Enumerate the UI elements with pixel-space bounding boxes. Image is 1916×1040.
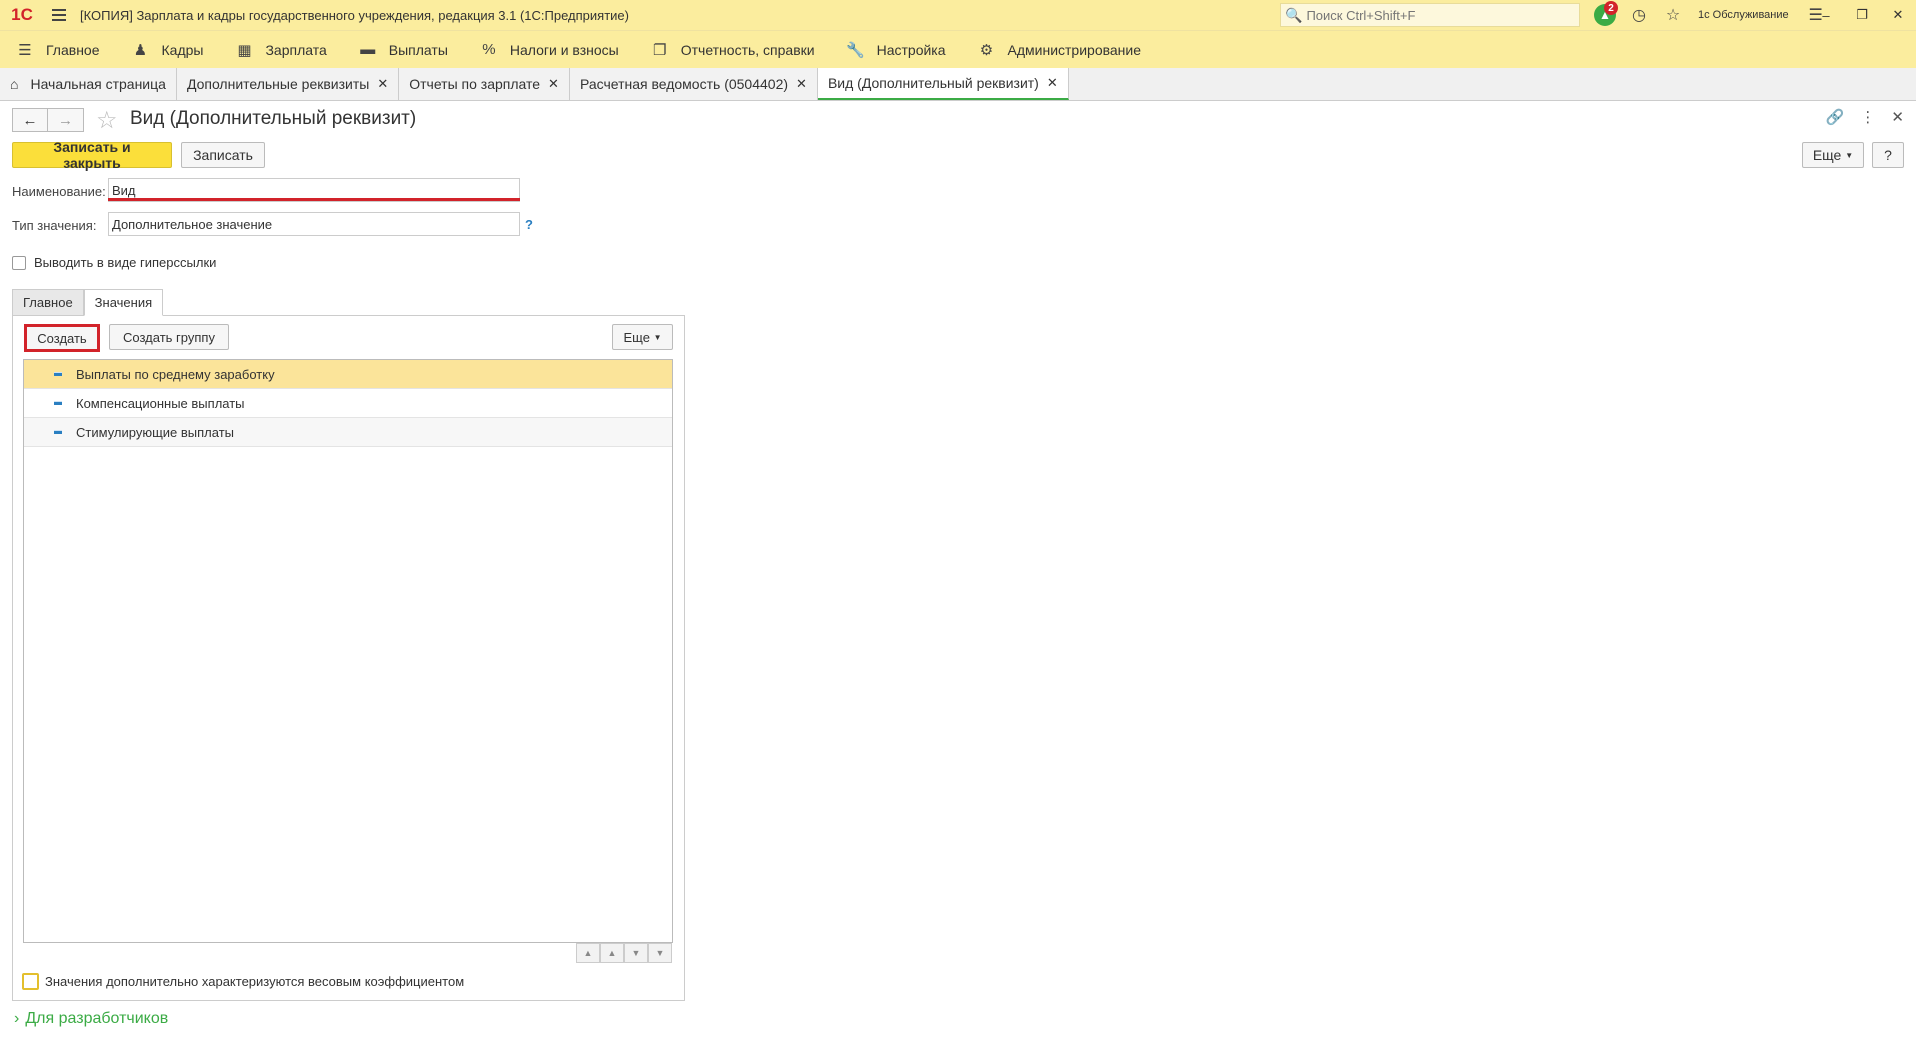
menu-item-hr[interactable]: ♟ Кадры (130, 41, 204, 59)
main-menu-button[interactable] (44, 0, 74, 30)
list-item[interactable]: Выплаты по среднему заработку (24, 360, 672, 389)
name-label: Наименование: (12, 184, 106, 199)
tab-home[interactable]: ⌂ Начальная страница (0, 68, 177, 100)
close-form-icon[interactable]: ✕ (1891, 108, 1904, 126)
hyperlink-label: Выводить в виде гиперссылки (34, 255, 217, 270)
scroll-bottom-icon[interactable]: ▼ (648, 943, 672, 963)
menu-item-payments[interactable]: ▬ Выплаты (357, 41, 448, 58)
values-more-button[interactable]: Еще ▼ (612, 324, 673, 350)
tab-salary-reports[interactable]: Отчеты по зарплате ✕ (399, 68, 570, 100)
highlight-underline (108, 198, 520, 201)
app-logo: 1С (11, 5, 33, 24)
chevron-down-icon: ▼ (653, 332, 662, 342)
menu-item-salary[interactable]: ▦ Зарплата (233, 41, 326, 59)
wrench-icon: 🔧 (846, 41, 865, 59)
close-icon[interactable]: ✕ (548, 76, 559, 92)
save-button[interactable]: Записать (181, 142, 265, 168)
menu-icon: ☰ (18, 41, 32, 59)
wallet-icon: ▬ (360, 41, 376, 58)
hyperlink-checkbox-row[interactable]: Выводить в виде гиперссылки (12, 255, 216, 270)
search-icon: 🔍 (1285, 6, 1303, 23)
close-window-icon[interactable]: ✕ (1880, 0, 1916, 30)
more-vertical-icon[interactable]: ⋮ (1860, 108, 1875, 126)
tab-main[interactable]: Главное (12, 289, 84, 316)
section-menu: ☰ Главное ♟ Кадры ▦ Зарплата ▬ Выплаты % Нало… (0, 30, 1916, 68)
values-list[interactable]: Выплаты по среднему заработку Компенсаци… (23, 359, 673, 943)
people-icon: ♟ (133, 41, 148, 59)
item-icon (54, 401, 62, 405)
menu-item-taxes[interactable]: % Налоги и взносы (478, 41, 619, 58)
tab-values[interactable]: Значения (83, 289, 164, 316)
type-label: Тип значения: (12, 218, 97, 233)
save-and-close-button[interactable]: Записать и закрыть (12, 139, 172, 171)
restore-icon[interactable]: ❐ (1844, 0, 1880, 30)
documents-icon: ❐ (652, 41, 667, 59)
notifications-badge: 2 (1604, 1, 1618, 15)
weight-label: Значения дополнительно характеризуются в… (45, 974, 465, 989)
notifications-button[interactable]: ▲ 2 (1588, 0, 1622, 30)
scroll-up-icon[interactable]: ▲ (600, 943, 624, 963)
tab-kind-attribute[interactable]: Вид (Дополнительный реквизит) ✕ (817, 68, 1069, 100)
title-bar: 1С [КОПИЯ] Зарплата и кадры государствен… (0, 0, 1916, 30)
close-icon[interactable]: ✕ (377, 76, 388, 92)
calculator-icon: ▦ (237, 41, 252, 59)
tab-additional-attributes[interactable]: Дополнительные реквизиты ✕ (176, 68, 400, 100)
gear-icon: ⚙ (979, 41, 994, 59)
minimize-icon[interactable]: – (1808, 0, 1844, 30)
weight-checkbox-row[interactable]: Значения дополнительно характеризуются в… (22, 973, 464, 990)
home-icon: ⌂ (10, 76, 19, 92)
page-title: Вид (Дополнительный реквизит) (130, 108, 417, 129)
list-item[interactable]: Компенсационные выплаты (24, 389, 672, 418)
more-button[interactable]: Еще ▼ (1802, 142, 1864, 168)
close-icon[interactable]: ✕ (1047, 75, 1058, 91)
current-user[interactable]: 1с Обслуживание (1698, 9, 1789, 21)
search-box[interactable]: 🔍 (1280, 3, 1580, 27)
menu-item-reports[interactable]: ❐ Отчетность, справки (649, 41, 815, 59)
menu-item-admin[interactable]: ⚙ Администрирование (976, 41, 1141, 59)
search-input[interactable] (1306, 7, 1577, 23)
item-icon (54, 430, 62, 434)
list-item[interactable]: Стимулирующие выплаты (24, 418, 672, 447)
app-title: [КОПИЯ] Зарплата и кадры государственног… (80, 7, 629, 23)
scroll-top-icon[interactable]: ▲ (576, 943, 600, 963)
close-icon[interactable]: ✕ (796, 76, 807, 92)
chevron-right-icon: › (14, 1010, 20, 1027)
tab-payroll-statement[interactable]: Расчетная ведомость (0504402) ✕ (569, 68, 818, 100)
menu-item-main[interactable]: ☰ Главное (14, 41, 99, 59)
create-button[interactable]: Создать (24, 324, 100, 352)
history-icon[interactable]: ◷ (1622, 0, 1656, 30)
weight-checkbox[interactable] (22, 973, 39, 990)
chevron-down-icon: ▼ (1845, 150, 1854, 160)
item-icon (54, 372, 62, 376)
percent-icon: % (482, 41, 496, 58)
open-windows-tabs: ⌂ Начальная страница Дополнительные рекви… (0, 68, 1916, 101)
type-input[interactable]: Дополнительное значение (108, 212, 520, 236)
create-group-button[interactable]: Создать группу (109, 324, 229, 350)
back-arrow-icon[interactable]: ← (12, 108, 48, 132)
developers-section-toggle[interactable]: › Для разработчиков (14, 1010, 168, 1028)
hyperlink-checkbox[interactable] (12, 255, 26, 270)
favorites-star-icon[interactable]: ☆ (1656, 0, 1690, 30)
type-help-icon[interactable]: ? (525, 217, 533, 232)
forward-arrow-icon[interactable]: → (48, 108, 84, 132)
help-button[interactable]: ? (1872, 142, 1904, 168)
menu-item-settings[interactable]: 🔧 Настройка (845, 41, 945, 59)
favorite-star-icon[interactable]: ☆ (96, 106, 118, 135)
link-icon[interactable]: 🔗 (1826, 108, 1845, 126)
scroll-down-icon[interactable]: ▼ (624, 943, 648, 963)
